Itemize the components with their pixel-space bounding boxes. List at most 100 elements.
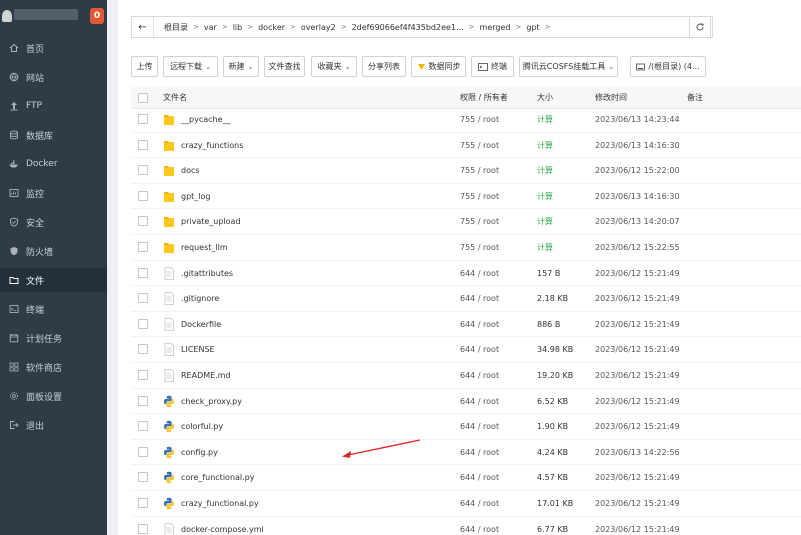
sidebar-item-10[interactable]: 终端	[0, 297, 107, 321]
sidebar-item-4[interactable]: 数据库	[0, 123, 107, 147]
table-row[interactable]: __pycache__ 755 / root 计算 2023/06/13 14:23:…	[131, 107, 801, 133]
file-permission[interactable]: 755 / root	[460, 158, 499, 184]
file-permission[interactable]: 644 / root	[460, 261, 499, 287]
row-checkbox[interactable]	[138, 216, 148, 227]
file-name[interactable]: docker-compose.yml	[181, 517, 264, 535]
file-name[interactable]: gpt_log	[181, 184, 211, 210]
file-permission[interactable]: 644 / root	[460, 491, 499, 517]
sidebar-item-12[interactable]: 软件商店	[0, 355, 107, 379]
breadcrumb-segment[interactable]: merged >	[475, 23, 522, 32]
file-name[interactable]: check_proxy.py	[181, 389, 242, 415]
file-size[interactable]: 计算	[537, 235, 553, 261]
breadcrumb-segment[interactable]: 根目录 >	[159, 22, 199, 33]
breadcrumb-segment[interactable]: docker >	[253, 23, 296, 32]
select-all-checkbox[interactable]	[138, 93, 148, 103]
file-permission[interactable]: 644 / root	[460, 440, 499, 466]
table-row[interactable]: colorful.py 644 / root 1.90 KB 2023/06/12 1…	[131, 414, 801, 440]
row-checkbox[interactable]	[138, 344, 148, 355]
row-checkbox[interactable]	[138, 114, 148, 124]
table-row[interactable]: .gitignore 644 / root 2.18 KB 2023/06/12 15…	[131, 286, 801, 312]
breadcrumb-segment[interactable]: var >	[199, 23, 228, 32]
disk-button[interactable]: /(根目录) (4...	[630, 56, 706, 77]
file-permission[interactable]: 755 / root	[460, 184, 499, 210]
file-permission[interactable]: 755 / root	[460, 235, 499, 261]
refresh-button[interactable]	[689, 16, 711, 38]
column-modified[interactable]: 修改时间	[595, 87, 627, 109]
table-row[interactable]: private_upload 755 / root 计算 2023/06/13 14:…	[131, 209, 801, 235]
sidebar-item-6[interactable]: 监控	[0, 181, 107, 205]
data-sync-button[interactable]: 数据同步	[411, 56, 466, 77]
row-checkbox[interactable]	[138, 293, 148, 304]
table-row[interactable]: README.md 644 / root 19.20 KB 2023/06/12 15…	[131, 363, 801, 389]
file-name[interactable]: .gitignore	[181, 286, 219, 312]
row-checkbox[interactable]	[138, 421, 148, 432]
cosfs-mount-button[interactable]: 腾讯云COSFS挂载工具 ⌄	[519, 56, 618, 77]
row-checkbox[interactable]	[138, 446, 148, 457]
file-name[interactable]: .gitattributes	[181, 261, 233, 287]
file-name[interactable]: colorful.py	[181, 414, 223, 440]
table-row[interactable]: docs 755 / root 计算 2023/06/12 15:22:00	[131, 158, 801, 184]
file-permission[interactable]: 644 / root	[460, 312, 499, 338]
table-row[interactable]: request_llm 755 / root 计算 2023/06/12 15:22:…	[131, 235, 801, 261]
new-button[interactable]: 新建 ⌄	[223, 56, 259, 77]
table-row[interactable]: crazy_functional.py 644 / root 17.01 KB 202…	[131, 491, 801, 517]
file-name[interactable]: core_functional.py	[181, 465, 255, 491]
sidebar-item-8[interactable]: 防火墙	[0, 239, 107, 263]
file-name[interactable]: crazy_functions	[181, 133, 243, 159]
file-name[interactable]: README.md	[181, 363, 231, 389]
column-size[interactable]: 大小	[537, 87, 553, 109]
sidebar-item-9[interactable]: 文件	[0, 268, 107, 292]
file-search-button[interactable]: 文件查找	[264, 56, 305, 77]
terminal-button[interactable]: 终端	[471, 56, 514, 77]
file-permission[interactable]: 644 / root	[460, 465, 499, 491]
row-checkbox[interactable]	[138, 370, 148, 380]
file-size[interactable]: 计算	[537, 184, 553, 210]
sidebar-item-14[interactable]: 退出	[0, 413, 107, 437]
row-checkbox[interactable]	[138, 165, 148, 176]
sidebar-item-13[interactable]: 面板设置	[0, 384, 107, 408]
sidebar-item-3[interactable]: FTP	[0, 94, 107, 118]
sidebar-item-5[interactable]: Docker	[0, 152, 107, 176]
row-checkbox[interactable]	[138, 523, 148, 534]
file-name[interactable]: __pycache__	[181, 107, 231, 133]
row-checkbox[interactable]	[138, 190, 148, 201]
remote-download-button[interactable]: 远程下载 ⌄	[163, 56, 218, 77]
sidebar-item-11[interactable]: 计划任务	[0, 326, 107, 350]
row-checkbox[interactable]	[138, 139, 148, 150]
table-row[interactable]: gpt_log 755 / root 计算 2023/06/13 14:16:30	[131, 184, 801, 210]
table-row[interactable]: Dockerfile 644 / root 886 B 2023/06/12 15:2…	[131, 312, 801, 338]
file-size[interactable]: 计算	[537, 107, 553, 133]
sidebar-item-1[interactable]: 首页	[0, 36, 107, 60]
file-permission[interactable]: 644 / root	[460, 286, 499, 312]
file-permission[interactable]: 644 / root	[460, 363, 499, 389]
file-size[interactable]: 计算	[537, 133, 553, 159]
file-name[interactable]: request_llm	[181, 235, 228, 261]
sidebar-item-7[interactable]: 安全	[0, 210, 107, 234]
file-name[interactable]: LICENSE	[181, 337, 215, 363]
table-row[interactable]: docker-compose.yml 644 / root 6.77 KB 2023/…	[131, 517, 801, 535]
table-row[interactable]: LICENSE 644 / root 34.98 KB 2023/06/12 15:2…	[131, 337, 801, 363]
table-row[interactable]: .gitattributes 644 / root 157 B 2023/06/12 …	[131, 261, 801, 287]
file-permission[interactable]: 755 / root	[460, 209, 499, 235]
table-row[interactable]: check_proxy.py 644 / root 6.52 KB 2023/06/1…	[131, 389, 801, 415]
file-name[interactable]: private_upload	[181, 209, 241, 235]
row-checkbox[interactable]	[138, 267, 148, 278]
breadcrumb-segment[interactable]: gpt >	[521, 23, 550, 32]
avatar[interactable]	[2, 10, 12, 22]
column-name[interactable]: 文件名	[163, 87, 187, 109]
breadcrumb-segment[interactable]: 2def69066ef4f435bd2ee1... >	[347, 23, 475, 32]
column-permission[interactable]: 权限 / 所有者	[460, 87, 508, 109]
row-checkbox[interactable]	[138, 498, 148, 508]
back-button[interactable]: ←	[132, 17, 154, 37]
notification-badge[interactable]: 0	[90, 8, 104, 24]
table-row[interactable]: config.py 644 / root 4.24 KB 2023/06/13 14:…	[131, 440, 801, 466]
row-checkbox[interactable]	[138, 242, 148, 252]
table-row[interactable]: core_functional.py 644 / root 4.57 KB 2023/…	[131, 465, 801, 491]
row-checkbox[interactable]	[138, 472, 148, 483]
file-permission[interactable]: 644 / root	[460, 517, 499, 535]
breadcrumb-segment[interactable]: lib >	[228, 23, 253, 32]
upload-button[interactable]: 上传	[131, 56, 158, 77]
share-list-button[interactable]: 分享列表	[362, 56, 406, 77]
file-name[interactable]: config.py	[181, 440, 218, 466]
file-permission[interactable]: 644 / root	[460, 337, 499, 363]
